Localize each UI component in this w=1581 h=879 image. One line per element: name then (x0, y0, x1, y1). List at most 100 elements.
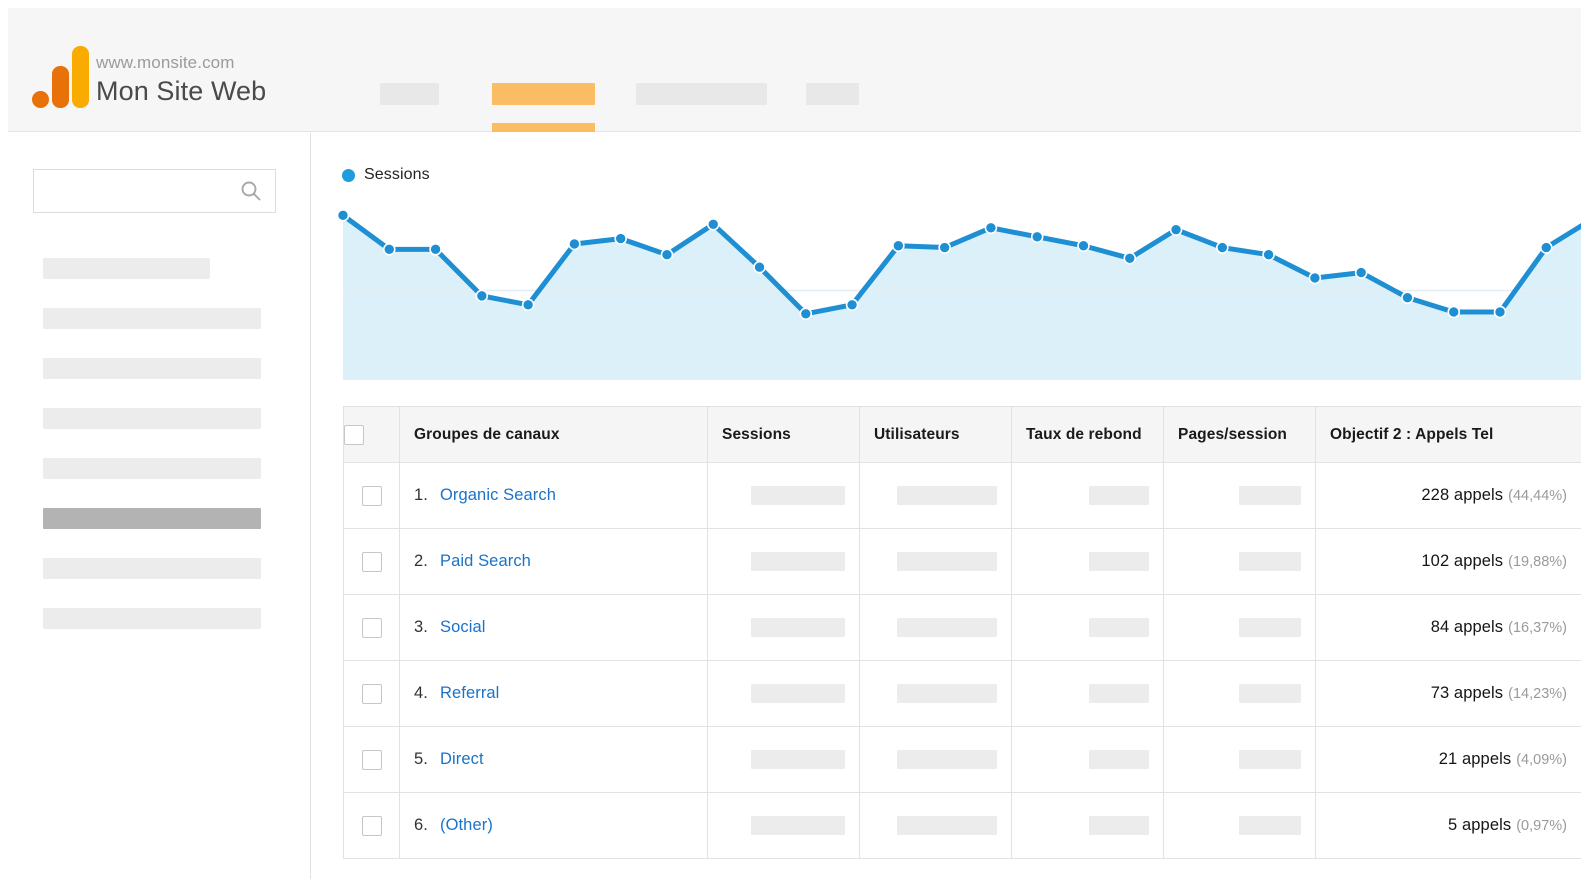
row-checkbox[interactable] (361, 551, 382, 572)
header-pages-session[interactable]: Pages/session (1163, 406, 1316, 463)
chart-data-point[interactable] (1354, 266, 1368, 279)
chart-data-point[interactable] (1123, 251, 1137, 265)
redacted-value (1089, 618, 1149, 637)
chart-data-point[interactable] (1539, 241, 1553, 254)
redacted-value (751, 750, 845, 769)
chart-data-point[interactable] (1216, 241, 1229, 254)
header-goal-2[interactable]: Objectif 2 : Appels Tel (1315, 406, 1581, 463)
chart-data-point[interactable] (1169, 223, 1183, 236)
row-checkbox-cell[interactable] (343, 660, 400, 727)
logo-bar-tall (72, 46, 89, 108)
sidebar-item-8[interactable] (8, 593, 311, 643)
chart-data-point[interactable] (1447, 305, 1461, 319)
sidebar-item-5[interactable] (8, 443, 311, 493)
chart-data-point[interactable] (475, 289, 489, 303)
sidebar-item-7[interactable] (8, 543, 311, 593)
row-pages-cell (1163, 594, 1316, 661)
row-checkbox-cell[interactable] (343, 528, 400, 595)
goal-value: 5 appels (1448, 816, 1512, 834)
sidebar-item-4[interactable] (8, 393, 311, 443)
chart-data-point[interactable] (938, 241, 951, 254)
chart-data-point[interactable] (753, 260, 766, 274)
chart-data-point[interactable] (892, 239, 905, 253)
sidebar-item-7-label (43, 557, 261, 579)
chart-data-point[interactable] (568, 237, 581, 251)
row-channel-link[interactable]: Social (440, 618, 486, 636)
header-tab-4[interactable] (806, 72, 859, 132)
analytics-dashboard: www.monsite.com Mon Site Web Sessions Gr… (0, 0, 1581, 879)
row-index: 3. (414, 618, 428, 636)
redacted-value (1239, 618, 1301, 637)
redacted-value (1089, 684, 1149, 703)
table-row: 3. Social 84 appels (16,37%) (343, 594, 1581, 661)
chart-data-point[interactable] (984, 221, 998, 235)
chart-data-point[interactable] (429, 243, 442, 256)
row-checkbox[interactable] (361, 683, 382, 704)
row-channel-cell: 2. Paid Search (399, 528, 708, 595)
sidebar-nav (8, 243, 311, 643)
header-tab-2-label (492, 83, 595, 105)
header-tab-3[interactable] (636, 72, 767, 132)
row-channel-link[interactable]: Organic Search (440, 486, 556, 504)
row-checkbox-cell[interactable] (343, 792, 400, 859)
chart-data-point[interactable] (1077, 239, 1090, 253)
row-channel-link[interactable]: Direct (440, 750, 484, 768)
sidebar-item-2[interactable] (8, 293, 311, 343)
table-row: 1. Organic Search 228 appels (44,44%) (343, 462, 1581, 529)
row-channel-link[interactable]: (Other) (440, 816, 493, 834)
header-tab-2[interactable] (492, 72, 595, 132)
row-index: 5. (414, 750, 428, 768)
row-checkbox-cell[interactable] (343, 462, 400, 529)
row-channel-link[interactable]: Paid Search (440, 552, 531, 570)
header-channel-group[interactable]: Groupes de canaux (399, 406, 708, 463)
channels-table-wrap: Groupes de canaux Sessions Utilisateurs … (343, 406, 1581, 879)
header-tab-1[interactable] (380, 72, 439, 132)
row-goal-cell: 5 appels (0,97%) (1315, 792, 1581, 859)
row-checkbox[interactable] (361, 815, 382, 836)
row-checkbox-cell[interactable] (343, 594, 400, 661)
header-users[interactable]: Utilisateurs (859, 406, 1012, 463)
row-channel-link[interactable]: Referral (440, 684, 500, 702)
select-all-checkbox[interactable] (344, 424, 364, 445)
chart-data-point[interactable] (706, 217, 720, 231)
chart-data-point[interactable] (1493, 305, 1507, 319)
sessions-line-chart[interactable] (311, 133, 1581, 398)
row-pages-cell (1163, 660, 1316, 727)
search-icon[interactable] (239, 179, 263, 203)
search-input[interactable] (34, 170, 229, 212)
row-channel-cell: 5. Direct (399, 726, 708, 793)
chart-data-point[interactable] (521, 298, 535, 312)
sidebar-item-3[interactable] (8, 343, 311, 393)
table-row: 6. (Other) 5 appels (0,97%) (343, 792, 1581, 859)
chart-data-point[interactable] (799, 307, 813, 321)
row-sessions-cell (707, 726, 860, 793)
chart-data-point[interactable] (845, 298, 859, 312)
chart-data-point[interactable] (1308, 271, 1322, 285)
header-select-all[interactable] (343, 406, 400, 463)
row-checkbox[interactable] (361, 749, 382, 770)
header-sessions[interactable]: Sessions (707, 406, 860, 463)
chart-data-point[interactable] (382, 243, 396, 256)
row-sessions-cell (707, 594, 860, 661)
redacted-value (751, 816, 845, 835)
row-checkbox-cell[interactable] (343, 726, 400, 793)
site-url: www.monsite.com (96, 53, 235, 72)
chart-data-point[interactable] (660, 248, 674, 261)
redacted-value (897, 486, 997, 505)
chart-data-point[interactable] (1030, 230, 1044, 244)
sidebar-item-1[interactable] (8, 243, 311, 293)
table-head: Groupes de canaux Sessions Utilisateurs … (343, 406, 1581, 463)
header-bounce-rate[interactable]: Taux de rebond (1011, 406, 1164, 463)
chart-data-point[interactable] (1262, 248, 1275, 261)
sidebar-item-3-label (43, 357, 261, 379)
row-channel-cell: 6. (Other) (399, 792, 708, 859)
row-checkbox[interactable] (361, 617, 382, 638)
row-goal-cell: 228 appels (44,44%) (1315, 462, 1581, 529)
row-index: 4. (414, 684, 428, 702)
chart-data-point[interactable] (1401, 291, 1414, 304)
search-box[interactable] (33, 169, 276, 213)
chart-data-point[interactable] (614, 232, 627, 245)
chart-data-point[interactable] (336, 209, 350, 222)
row-checkbox[interactable] (361, 485, 382, 506)
sidebar-item-6-selected[interactable] (8, 493, 311, 543)
